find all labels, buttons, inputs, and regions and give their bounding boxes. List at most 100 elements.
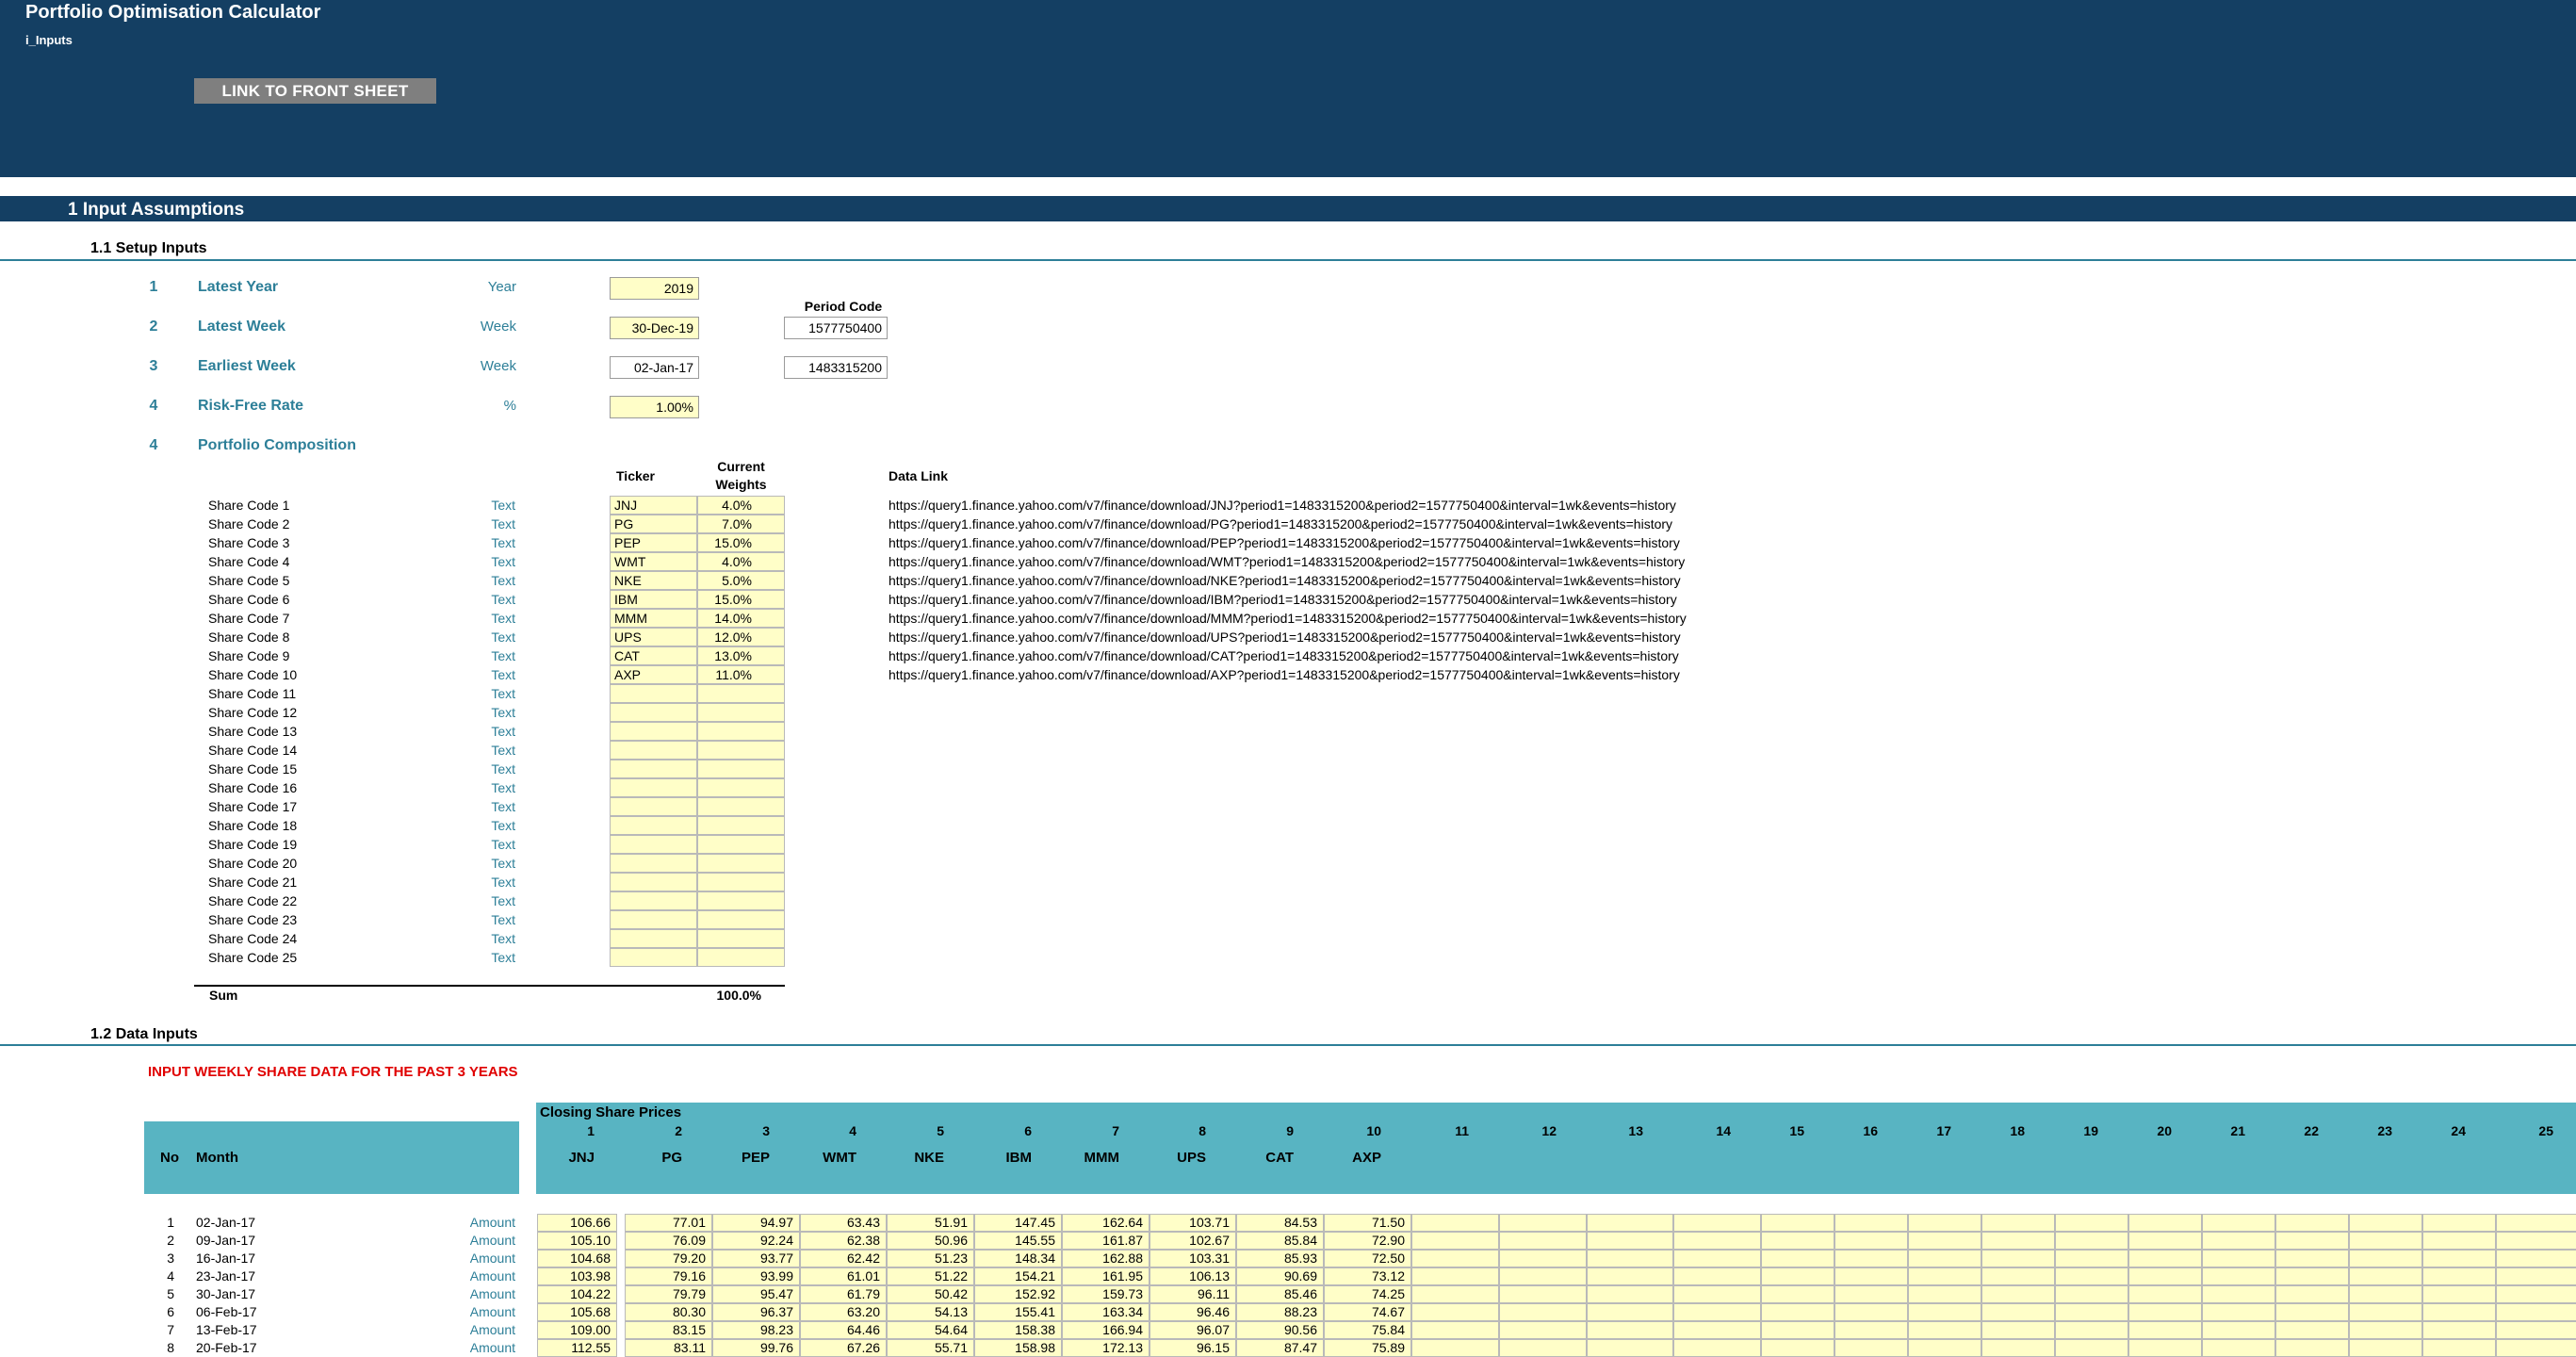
price-cell[interactable]: [1834, 1250, 1908, 1267]
price-cell[interactable]: [1981, 1285, 2055, 1303]
price-cell[interactable]: 96.11: [1149, 1285, 1236, 1303]
price-cell[interactable]: [2055, 1285, 2128, 1303]
price-cell[interactable]: 62.42: [800, 1250, 887, 1267]
price-cell[interactable]: 155.41: [974, 1303, 1062, 1321]
price-cell[interactable]: [1587, 1232, 1673, 1250]
price-cell[interactable]: [2422, 1321, 2496, 1339]
price-cell[interactable]: [1499, 1303, 1587, 1321]
weight-input[interactable]: 7.0%: [697, 515, 785, 533]
price-cell[interactable]: [2128, 1232, 2202, 1250]
price-cell[interactable]: 50.96: [887, 1232, 974, 1250]
price-cell[interactable]: [1908, 1321, 1981, 1339]
ticker-input[interactable]: PG: [610, 515, 697, 533]
price-cell[interactable]: [1673, 1303, 1761, 1321]
link-to-front-sheet-button[interactable]: LINK TO FRONT SHEET: [194, 78, 436, 104]
price-cell[interactable]: 96.37: [712, 1303, 800, 1321]
price-cell[interactable]: [1761, 1339, 1834, 1357]
price-cell[interactable]: [1587, 1214, 1673, 1232]
weight-input[interactable]: [697, 891, 785, 910]
data-link-url[interactable]: https://query1.finance.yahoo.com/v7/fina…: [889, 628, 1681, 646]
ticker-input[interactable]: [610, 835, 697, 854]
price-cell[interactable]: 154.21: [974, 1267, 1062, 1285]
price-cell[interactable]: [1411, 1321, 1499, 1339]
price-cell[interactable]: [2128, 1267, 2202, 1285]
price-cell[interactable]: 109.00: [537, 1321, 617, 1339]
price-cell[interactable]: [2275, 1232, 2349, 1250]
data-link-url[interactable]: https://query1.finance.yahoo.com/v7/fina…: [889, 571, 1681, 590]
price-cell[interactable]: [2275, 1321, 2349, 1339]
price-cell[interactable]: [1834, 1232, 1908, 1250]
price-cell[interactable]: 88.23: [1236, 1303, 1324, 1321]
price-cell[interactable]: [2349, 1214, 2422, 1232]
price-cell[interactable]: [2422, 1232, 2496, 1250]
price-cell[interactable]: 79.16: [625, 1267, 712, 1285]
price-cell[interactable]: 87.47: [1236, 1339, 1324, 1357]
data-link-url[interactable]: https://query1.finance.yahoo.com/v7/fina…: [889, 646, 1679, 665]
price-cell[interactable]: 75.84: [1324, 1321, 1411, 1339]
price-cell[interactable]: [1834, 1303, 1908, 1321]
price-cell[interactable]: [2422, 1267, 2496, 1285]
price-cell[interactable]: 93.77: [712, 1250, 800, 1267]
price-cell[interactable]: [1981, 1339, 2055, 1357]
price-cell[interactable]: [1761, 1303, 1834, 1321]
price-cell[interactable]: [1411, 1339, 1499, 1357]
price-cell[interactable]: 51.91: [887, 1214, 974, 1232]
price-cell[interactable]: [1673, 1321, 1761, 1339]
price-cell[interactable]: 74.25: [1324, 1285, 1411, 1303]
price-cell[interactable]: [1761, 1285, 1834, 1303]
price-cell[interactable]: [2496, 1339, 2576, 1357]
price-cell[interactable]: 61.79: [800, 1285, 887, 1303]
price-cell[interactable]: 172.13: [1062, 1339, 1149, 1357]
price-cell[interactable]: 55.71: [887, 1339, 974, 1357]
price-cell[interactable]: 79.20: [625, 1250, 712, 1267]
ticker-input[interactable]: [610, 873, 697, 891]
price-cell[interactable]: 50.42: [887, 1285, 974, 1303]
price-cell[interactable]: [2422, 1214, 2496, 1232]
price-cell[interactable]: [2275, 1214, 2349, 1232]
price-cell[interactable]: [2275, 1339, 2349, 1357]
price-cell[interactable]: 63.43: [800, 1214, 887, 1232]
price-cell[interactable]: 112.55: [537, 1339, 617, 1357]
weight-input[interactable]: 14.0%: [697, 609, 785, 628]
weight-input[interactable]: [697, 760, 785, 778]
price-cell[interactable]: [2496, 1214, 2576, 1232]
ticker-input[interactable]: UPS: [610, 628, 697, 646]
data-link-url[interactable]: https://query1.finance.yahoo.com/v7/fina…: [889, 515, 1672, 533]
ticker-input[interactable]: [610, 929, 697, 948]
price-cell[interactable]: [2496, 1250, 2576, 1267]
price-cell[interactable]: [1673, 1250, 1761, 1267]
weight-input[interactable]: 15.0%: [697, 590, 785, 609]
weight-input[interactable]: [697, 778, 785, 797]
ticker-input[interactable]: NKE: [610, 571, 697, 590]
price-cell[interactable]: [2055, 1232, 2128, 1250]
price-cell[interactable]: [2349, 1267, 2422, 1285]
price-cell[interactable]: [1587, 1339, 1673, 1357]
price-cell[interactable]: 85.46: [1236, 1285, 1324, 1303]
price-cell[interactable]: [2128, 1285, 2202, 1303]
price-cell[interactable]: 163.34: [1062, 1303, 1149, 1321]
price-cell[interactable]: [1587, 1321, 1673, 1339]
price-cell[interactable]: 103.31: [1149, 1250, 1236, 1267]
price-cell[interactable]: [1673, 1267, 1761, 1285]
price-cell[interactable]: 106.13: [1149, 1267, 1236, 1285]
ticker-input[interactable]: IBM: [610, 590, 697, 609]
price-cell[interactable]: [1908, 1303, 1981, 1321]
price-cell[interactable]: [2055, 1214, 2128, 1232]
price-cell[interactable]: [2349, 1321, 2422, 1339]
price-cell[interactable]: 80.30: [625, 1303, 712, 1321]
price-cell[interactable]: 106.66: [537, 1214, 617, 1232]
price-cell[interactable]: 63.20: [800, 1303, 887, 1321]
price-cell[interactable]: [1761, 1267, 1834, 1285]
price-cell[interactable]: [1981, 1250, 2055, 1267]
price-cell[interactable]: 90.69: [1236, 1267, 1324, 1285]
price-cell[interactable]: 85.84: [1236, 1232, 1324, 1250]
price-cell[interactable]: [1411, 1250, 1499, 1267]
price-cell[interactable]: 73.12: [1324, 1267, 1411, 1285]
ticker-input[interactable]: [610, 816, 697, 835]
price-cell[interactable]: [1673, 1339, 1761, 1357]
price-cell[interactable]: 162.88: [1062, 1250, 1149, 1267]
price-cell[interactable]: [2202, 1250, 2275, 1267]
ticker-input[interactable]: [610, 948, 697, 967]
ticker-input[interactable]: [610, 722, 697, 741]
price-cell[interactable]: [2202, 1285, 2275, 1303]
